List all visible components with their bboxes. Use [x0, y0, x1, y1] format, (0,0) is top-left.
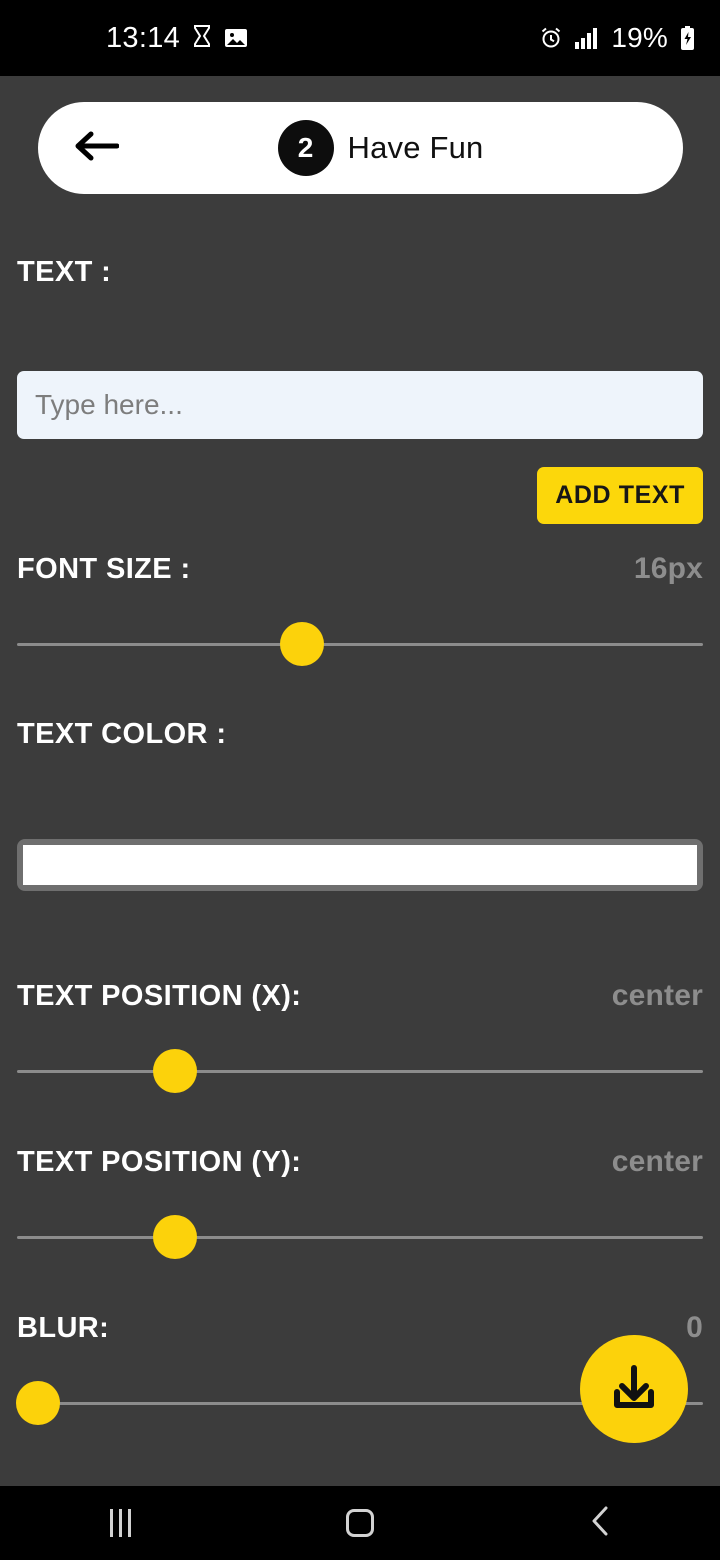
hourglass-icon	[191, 25, 213, 51]
add-text-row: ADD TEXT	[0, 467, 720, 524]
battery-percent: 19%	[611, 22, 668, 53]
blur-slider-thumb[interactable]	[15, 1381, 60, 1425]
nav-recents-button[interactable]	[60, 1486, 180, 1560]
status-time: 13:14	[106, 21, 181, 54]
status-bar-right: 19%	[539, 22, 696, 54]
position-y-value: center	[611, 1145, 703, 1178]
alarm-icon	[539, 26, 563, 50]
header-center: 2 Have Fun	[78, 120, 683, 176]
blur-value: 0	[686, 1311, 703, 1344]
settings-panel: TEXT : ADD TEXT FONT SIZE : 16px TEXT CO…	[0, 196, 720, 1486]
position-x-row: TEXT POSITION (X): center	[0, 979, 720, 1013]
font-size-slider-thumb[interactable]	[279, 622, 324, 666]
status-bar: 13:14 19%	[0, 0, 720, 76]
add-text-button[interactable]: ADD TEXT	[537, 467, 703, 524]
position-x-slider-track	[17, 1069, 703, 1073]
page-title: Have Fun	[347, 130, 484, 165]
image-icon	[224, 26, 248, 50]
status-bar-left: 13:14	[24, 22, 248, 55]
font-size-slider-track	[17, 642, 703, 646]
download-icon	[605, 1359, 663, 1420]
position-y-slider-track	[17, 1235, 703, 1239]
nav-home-button[interactable]	[300, 1486, 420, 1560]
position-y-label: TEXT POSITION (Y):	[17, 1146, 302, 1178]
download-button[interactable]	[580, 1335, 688, 1443]
position-y-row: TEXT POSITION (Y): center	[0, 1145, 720, 1179]
position-y-slider[interactable]	[17, 1207, 703, 1267]
signal-bars-icon	[574, 27, 600, 49]
text-color-label: TEXT COLOR :	[17, 718, 227, 750]
position-x-slider-thumb[interactable]	[152, 1049, 197, 1093]
blur-label: BLUR:	[17, 1312, 110, 1344]
text-color-input[interactable]	[17, 839, 703, 891]
home-icon	[346, 1509, 374, 1537]
position-x-label: TEXT POSITION (X):	[17, 980, 302, 1012]
position-y-slider-thumb[interactable]	[152, 1215, 197, 1259]
nav-back-button[interactable]	[540, 1486, 660, 1560]
text-input[interactable]	[17, 371, 703, 439]
text-color-swatch	[23, 845, 697, 885]
text-color-row: TEXT COLOR :	[0, 718, 720, 751]
text-label-row: TEXT :	[0, 256, 720, 289]
font-size-value: 16px	[633, 552, 703, 585]
battery-charging-icon	[679, 25, 696, 51]
app-screen: 13:14 19% 2 Have Fun TEXT: Type here...…	[0, 0, 720, 1560]
font-size-slider[interactable]	[17, 614, 703, 674]
back-chevron-icon	[589, 1505, 611, 1542]
text-label: TEXT :	[17, 256, 112, 288]
font-size-label: FONT SIZE :	[17, 553, 191, 585]
font-size-row: FONT SIZE : 16px	[0, 552, 720, 586]
recents-icon	[109, 1509, 131, 1537]
position-x-value: center	[611, 979, 703, 1012]
step-badge: 2	[277, 120, 334, 176]
page-header: 2 Have Fun	[38, 102, 683, 194]
position-x-slider[interactable]	[17, 1041, 703, 1101]
android-nav-bar	[0, 1486, 720, 1560]
